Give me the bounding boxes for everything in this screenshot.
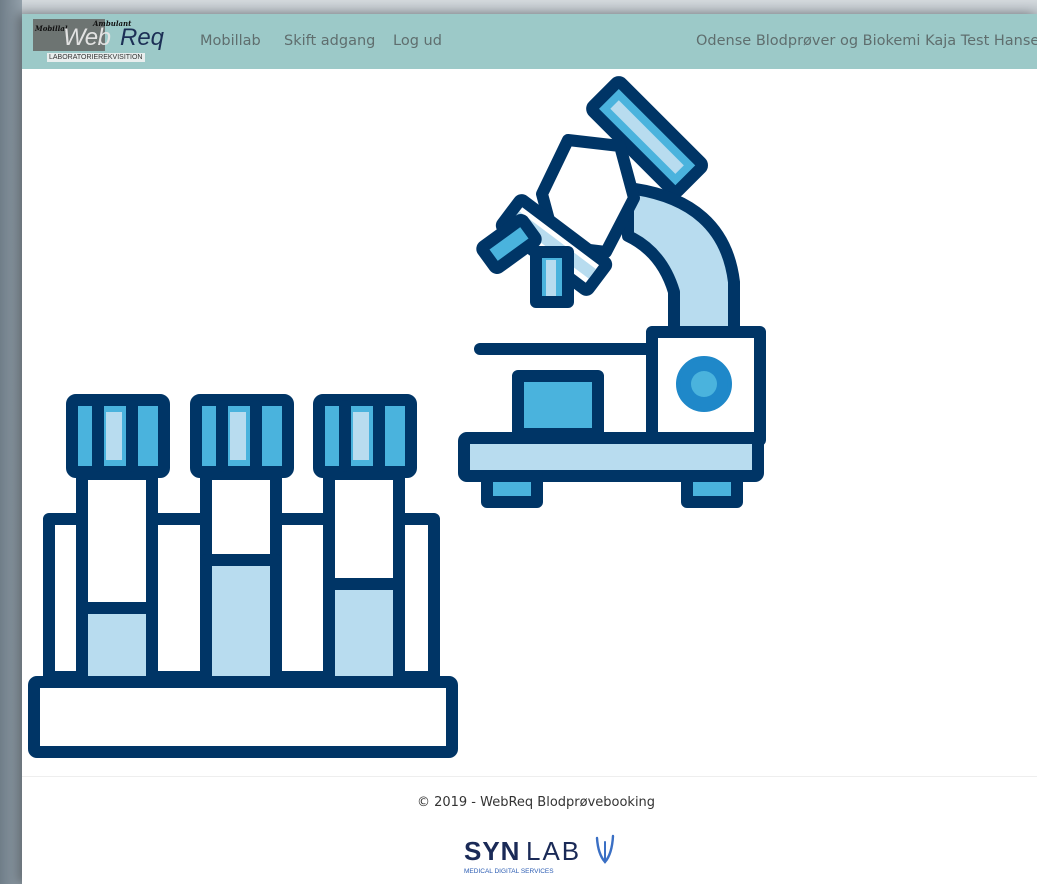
browser-page: Mobillal Ambulant Web Req LABORATORIEREK… [22, 14, 1037, 884]
footer-copyright: © 2019 - WebReq Blodprøvebooking [416, 795, 656, 810]
hero-illustration [28, 76, 766, 758]
desktop-background-left [0, 0, 22, 884]
footer-divider [22, 776, 1037, 777]
synlab-logo-bold: SYN [464, 836, 521, 866]
test-tubes-icon [28, 394, 458, 758]
microscope-icon [458, 76, 766, 508]
synlab-logo-light: LAB [526, 836, 582, 866]
synlab-mark-icon [595, 834, 615, 864]
synlab-tagline: MEDICAL DIGITAL SERVICES [464, 868, 554, 875]
desktop-background-top [0, 0, 1037, 14]
synlab-logo[interactable]: SYN LAB MEDICAL DIGITAL SERVICES [460, 832, 620, 878]
